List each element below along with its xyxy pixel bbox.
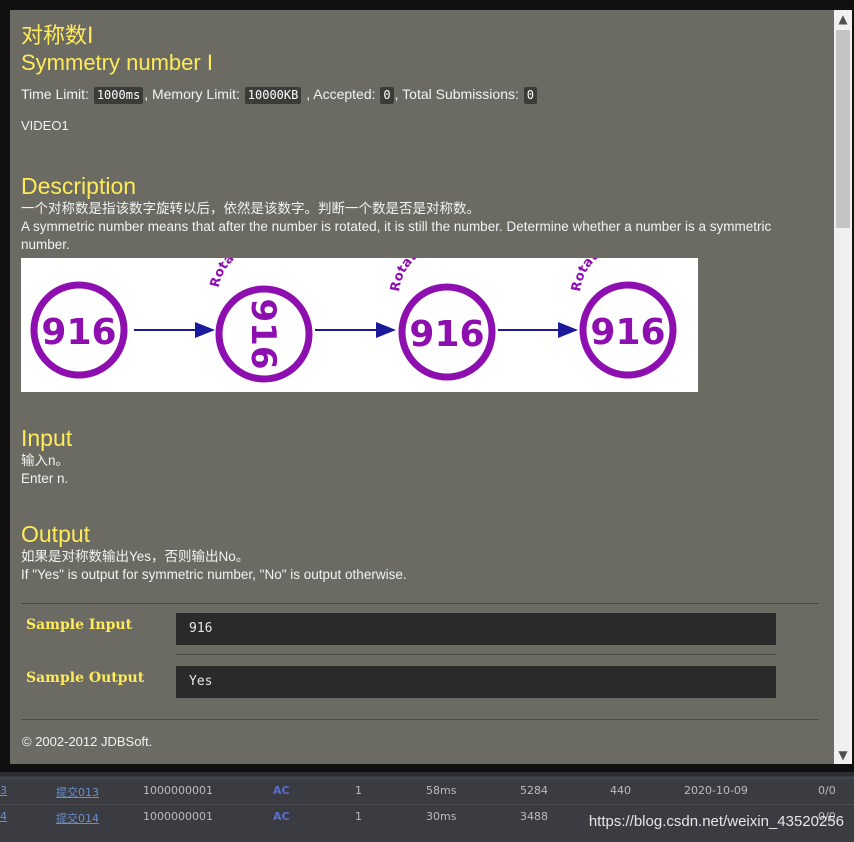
- description-heading: Description: [21, 173, 137, 199]
- output-heading: Output: [21, 521, 91, 547]
- circle-original: 916: [30, 281, 128, 379]
- input-text-cn: 输入n。: [21, 453, 70, 468]
- submit-date: 2020-10-09: [684, 784, 748, 797]
- modal-scrollbar[interactable]: ▲ ▼: [834, 10, 852, 764]
- footer-copyright: © 2002-2012 JDBSoft.: [22, 734, 153, 749]
- cell: 1: [355, 784, 362, 797]
- scroll-down-icon[interactable]: ▼: [834, 746, 852, 764]
- time-limit-badge: 1000ms: [93, 87, 144, 104]
- sample-input-box[interactable]: 916: [176, 613, 776, 645]
- run-time: 30ms: [426, 810, 457, 823]
- divider: [176, 654, 776, 655]
- divider: [21, 603, 819, 604]
- circle-rotated-360: 916 Rotating 360°: [569, 235, 677, 379]
- sample-output-label: Sample Output: [26, 670, 145, 686]
- user-id: 1000000001: [143, 810, 213, 823]
- circle-rotated-180: 916 Rotating 180°: [388, 235, 496, 381]
- accepted-label: , Accepted:: [306, 86, 376, 102]
- memory-limit-badge: 10000KB: [244, 87, 302, 104]
- user-id: 1000000001: [143, 784, 213, 797]
- problem-meta: Time Limit: 1000ms, Memory Limit: 10000K…: [21, 84, 821, 104]
- memory: 5284: [520, 784, 548, 797]
- row-number-link[interactable]: 3: [0, 784, 7, 797]
- result-badge: AC: [273, 784, 290, 797]
- description-text-cn: 一个对称数是指该数字旋转以后，依然是该数字。判断一个数是否是对称数。: [21, 201, 480, 216]
- output-text-cn: 如果是对称数输出Yes，否则输出No。: [21, 549, 250, 564]
- problem-title-en: Symmetry number I: [21, 50, 213, 75]
- row-number-link[interactable]: 4: [0, 810, 7, 823]
- input-text-en: Enter n.: [21, 471, 69, 486]
- background-submissions-table: 3 提交013 1000000001 AC 1 58ms 5284 440 20…: [0, 776, 854, 842]
- circle-text-360: 916: [590, 312, 665, 353]
- ratio: 0/0: [818, 784, 836, 797]
- problem-modal[interactable]: 对称数I Symmetry number I Time Limit: 1000m…: [10, 10, 834, 764]
- output-text-en: If "Yes" is output for symmetric number,…: [21, 567, 407, 582]
- table-row: 3 提交013 1000000001 AC 1 58ms 5284 440 20…: [0, 778, 854, 803]
- time-limit-label: Time Limit:: [21, 86, 89, 102]
- total-submissions-label: , Total Submissions:: [394, 86, 519, 102]
- rotation-figure: 916 916 Rotating 90° 916 Rotating 180°: [21, 235, 698, 392]
- output-section: Output 如果是对称数输出Yes，否则输出No。 If "Yes" is o…: [21, 520, 821, 584]
- submission-link[interactable]: 提交014: [56, 810, 99, 826]
- memory: 3488: [520, 810, 548, 823]
- run-time: 58ms: [426, 784, 457, 797]
- scroll-up-icon[interactable]: ▲: [834, 10, 852, 28]
- watermark: https://blog.csdn.net/weixin_43520256: [588, 813, 844, 830]
- submission-link[interactable]: 提交013: [56, 784, 99, 800]
- scroll-thumb[interactable]: [836, 30, 850, 228]
- code-length: 440: [610, 784, 631, 797]
- problem-source: VIDEO1: [21, 118, 69, 133]
- memory-limit-label: , Memory Limit:: [144, 86, 240, 102]
- circle-text-0: 916: [41, 312, 116, 353]
- input-section: Input 输入n。 Enter n.: [21, 424, 821, 488]
- result-badge: AC: [273, 810, 290, 823]
- cell: 1: [355, 810, 362, 823]
- sample-input-label: Sample Input: [26, 617, 133, 633]
- description-section: Description 一个对称数是指该数字旋转以后，依然是该数字。判断一个数是…: [21, 172, 821, 254]
- input-heading: Input: [21, 425, 73, 451]
- accepted-badge: 0: [380, 87, 394, 104]
- total-submissions-badge: 0: [523, 87, 538, 104]
- problem-content: 对称数I Symmetry number I Time Limit: 1000m…: [21, 24, 821, 582]
- divider: [21, 719, 819, 720]
- rotation-diagram-svg: 916 916 Rotating 90° 916 Rotating 180°: [30, 235, 677, 383]
- description-text-en: A symmetric number means that after the …: [21, 219, 772, 252]
- problem-title-cn: 对称数I: [21, 24, 94, 49]
- circle-text-180: 916: [409, 314, 484, 355]
- circle-text-90: 916: [243, 299, 283, 370]
- sample-output-box[interactable]: Yes: [176, 666, 776, 698]
- circle-rotated-90: 916 Rotating 90°: [208, 235, 313, 383]
- label-rotating-90: Rotating 90°: [208, 258, 294, 289]
